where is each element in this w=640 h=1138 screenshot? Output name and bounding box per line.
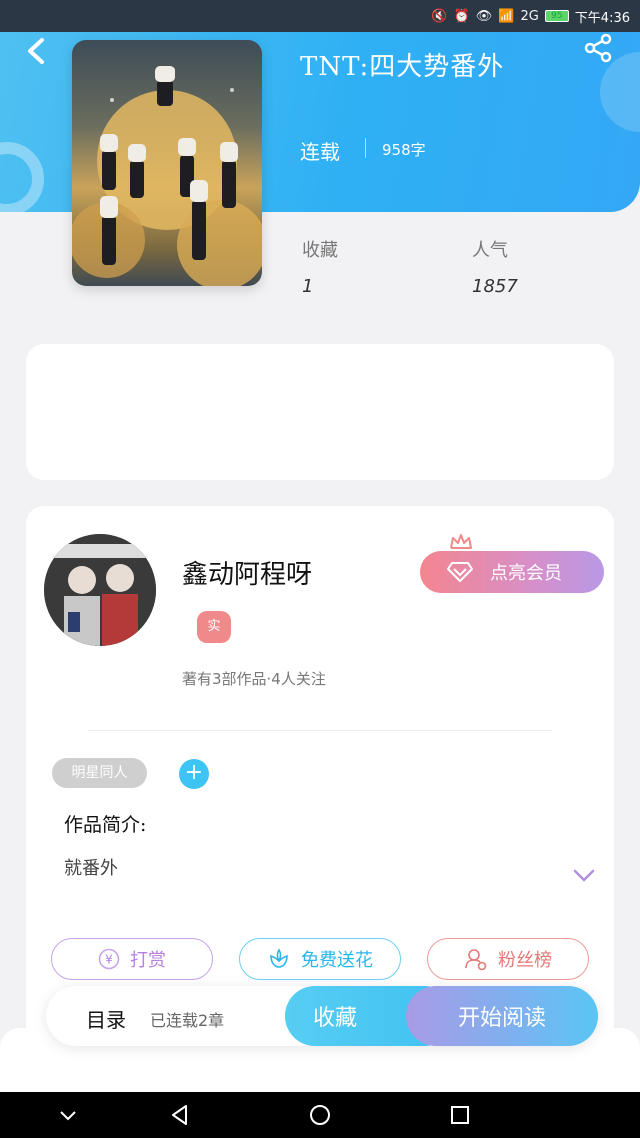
system-nav-bar [0, 1092, 640, 1138]
blank-card [26, 344, 614, 480]
nav-back-icon[interactable] [168, 1103, 192, 1127]
back-button[interactable] [24, 36, 48, 66]
wifi-icon: 📶 [498, 8, 515, 24]
author-name[interactable]: 鑫动阿程呀 [182, 554, 312, 591]
fans-rank-label: 粉丝榜 [498, 950, 552, 971]
add-tag-button[interactable]: + [179, 759, 209, 789]
book-cover[interactable] [72, 40, 262, 286]
author-avatar[interactable] [44, 534, 156, 646]
svg-text:¥: ¥ [105, 953, 113, 967]
start-reading-label: 开始阅读 [457, 1006, 546, 1031]
chevron-left-icon [28, 38, 44, 64]
network-type: 2G [520, 8, 539, 24]
alarm-icon: ⏰ [453, 8, 470, 24]
nav-home-icon[interactable] [308, 1103, 332, 1127]
favorites-label: 收藏 [302, 240, 338, 261]
yen-icon: ¥ [98, 948, 120, 970]
free-flower-label: 免费送花 [301, 950, 373, 971]
avatar-photo [44, 534, 156, 646]
chevron-down-icon[interactable] [572, 868, 596, 884]
fans-rank-button[interactable]: 粉丝榜 [427, 938, 589, 980]
verified-badge: 实 [197, 611, 231, 643]
popularity-label: 人气 [472, 240, 508, 261]
reward-label: 打赏 [130, 950, 166, 971]
vip-button[interactable]: 点亮会员 [420, 551, 604, 593]
chapter-count: 已连载2章 [150, 1011, 225, 1030]
eye-icon: 👁 [475, 8, 493, 24]
clock: 下午4:36 [574, 10, 630, 26]
status-bar: 🔇 ⏰ 👁 📶 2G 95 下午4:36 [0, 0, 640, 32]
favorites-value: 1 [302, 276, 314, 297]
diamond-icon [447, 562, 473, 582]
mute-icon: 🔇 [431, 8, 448, 24]
share-icon [584, 33, 612, 63]
start-reading-button[interactable]: 开始阅读 [406, 986, 598, 1046]
battery-icon: 95 [544, 10, 569, 22]
popularity-value: 1857 [472, 276, 518, 297]
word-count: 958字 [382, 141, 426, 159]
nav-recents-icon[interactable] [448, 1103, 472, 1127]
vip-button-label: 点亮会员 [490, 563, 562, 584]
serial-status: 连载 [300, 140, 340, 164]
share-button[interactable] [582, 32, 614, 64]
crown-icon [450, 534, 472, 549]
flower-icon [270, 948, 288, 968]
free-flower-button[interactable]: 免费送花 [239, 938, 401, 980]
author-meta: 著有3部作品·4人关注 [182, 670, 326, 688]
reward-button[interactable]: ¥ 打赏 [51, 938, 213, 980]
book-title: TNT:四大势番外 [300, 52, 505, 82]
tag-chip[interactable]: 明星同人 [52, 758, 147, 788]
divider-line [88, 730, 552, 731]
nav-hide-icon[interactable] [56, 1103, 80, 1127]
decorative-ring [0, 142, 44, 212]
toc-button[interactable]: 目录 [86, 1004, 126, 1033]
user-rank-icon [465, 949, 487, 971]
divider [365, 138, 366, 158]
collect-button-label: 收藏 [313, 1006, 358, 1031]
intro-text: 就番外 [64, 858, 118, 879]
intro-title: 作品简介: [64, 814, 147, 836]
cover-illustration [72, 66, 262, 286]
